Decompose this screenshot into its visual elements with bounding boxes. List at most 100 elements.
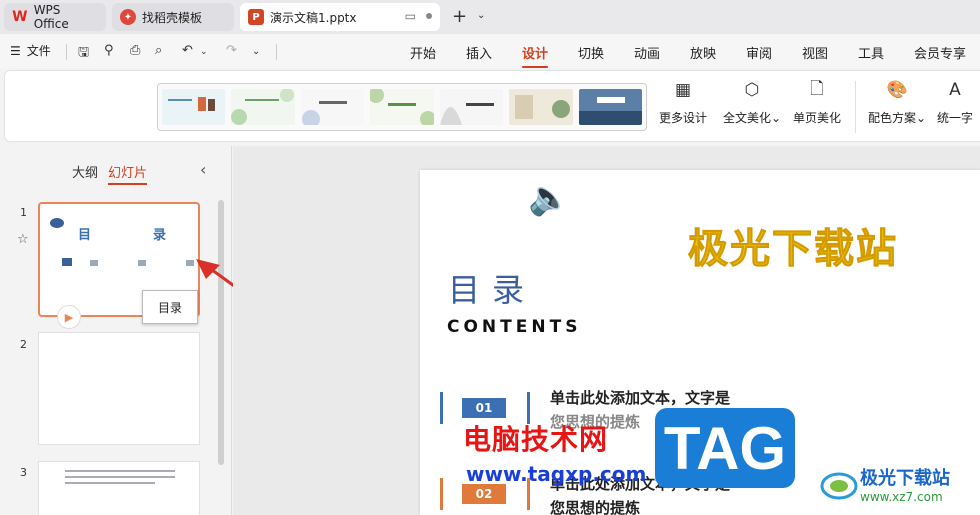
speaker-icon[interactable]: 🔈: [528, 178, 570, 218]
file-menu-label: 文件: [26, 44, 51, 58]
tab-slideshow[interactable]: 放映: [690, 43, 716, 62]
template-thumb[interactable]: [162, 89, 226, 125]
unify-font-label: 统一字: [937, 111, 974, 125]
divider: [855, 81, 856, 133]
page-sparkle-icon: 🗋: [810, 78, 824, 99]
divider: [276, 44, 277, 60]
thumb-decor: [62, 258, 72, 266]
tab-home[interactable]: 开始: [410, 43, 436, 62]
unsaved-dot-icon[interactable]: [426, 13, 432, 19]
tab-design[interactable]: 设计: [522, 43, 549, 68]
thumb-title-a: 目: [78, 228, 92, 243]
tab-view[interactable]: 视图: [802, 43, 828, 62]
full-beautify-button[interactable]: ⬡ 全文美化⌄: [723, 79, 781, 126]
grid-icon: ▦: [674, 80, 692, 100]
template-preview-image: [439, 103, 494, 125]
single-page-beautify-button[interactable]: 🗋 单页美化: [793, 79, 841, 126]
template-preview-image: [301, 101, 347, 125]
palette-icon: 🎨: [886, 80, 908, 100]
save-icon[interactable]: 🖫: [78, 43, 89, 65]
more-design-label: 更多设计: [659, 111, 708, 125]
color-scheme-button[interactable]: 🎨 配色方案⌄: [868, 79, 926, 126]
template-thumb[interactable]: [300, 89, 365, 125]
watermark-red-text: 电脑技术网: [463, 423, 609, 456]
chevron-down-icon[interactable]: ⌄: [477, 10, 485, 21]
slide-number: 1: [20, 206, 27, 219]
template-thumb[interactable]: [578, 89, 642, 125]
tab-wps-office[interactable]: W WPS Office: [4, 3, 106, 31]
brand-logo-icon: [820, 472, 858, 500]
tab-insert[interactable]: 插入: [466, 43, 492, 62]
slides-tab[interactable]: 幻灯片: [108, 162, 148, 185]
wps-logo-icon: W: [12, 9, 28, 25]
brand-name: 极光下载站: [860, 468, 950, 489]
watermark-url: www.tagxp.com: [466, 462, 647, 486]
monitor-icon[interactable]: ▭: [405, 9, 416, 23]
unify-font-button[interactable]: A 统一字: [937, 79, 973, 126]
thumb-decor: [65, 476, 175, 478]
tag-badge: TAG: [655, 408, 795, 488]
thumb-decor: [65, 470, 175, 472]
divider: [66, 44, 67, 60]
thumb-decor: [138, 260, 146, 266]
star-icon[interactable]: ☆: [17, 232, 29, 247]
template-thumb[interactable]: [231, 89, 295, 125]
full-beautify-label: 全文美化⌄: [723, 111, 782, 125]
item-number: 02: [462, 484, 506, 504]
collapse-panel-icon[interactable]: ‹: [200, 160, 206, 179]
slide-subheading[interactable]: CONTENTS: [447, 317, 581, 337]
slide-number: 3: [20, 466, 27, 479]
more-chevron-icon[interactable]: ⌄: [252, 46, 260, 57]
design-ribbon: ▦ 更多设计 ⬡ 全文美化⌄ 🗋 单页美化 🎨 配色方案⌄ A 统一字: [4, 70, 980, 142]
tab-bar: W WPS Office ✦ 找稻壳模板 P 演示文稿1.pptx ▭ + ⌄: [0, 0, 980, 34]
tab-member[interactable]: 会员专享: [914, 43, 966, 62]
thumb-title-b: 录: [153, 228, 167, 243]
tab-tools[interactable]: 工具: [858, 43, 884, 62]
template-preview-image: [515, 95, 571, 119]
print-preview-icon[interactable]: ⌕: [155, 43, 162, 58]
watermark-title: 极光下载站: [688, 226, 898, 273]
slide-heading[interactable]: 目录: [448, 265, 536, 311]
slide-thumb-2[interactable]: [38, 332, 200, 445]
undo-icon[interactable]: ↶: [182, 43, 193, 58]
template-thumb[interactable]: [509, 89, 573, 125]
thumb-decor: [90, 260, 98, 266]
play-icon[interactable]: ▶: [57, 305, 81, 329]
design-template-gallery: [157, 83, 647, 131]
template-thumb[interactable]: [439, 89, 504, 125]
more-design-button[interactable]: ▦ 更多设计: [659, 79, 707, 126]
thumb-decor: [65, 482, 155, 484]
file-menu-button[interactable]: ☰ 文件: [10, 42, 51, 59]
tab-label: WPS Office: [33, 3, 69, 31]
redo-icon[interactable]: ↷: [226, 43, 237, 58]
print-icon[interactable]: ⎙: [130, 43, 140, 58]
docer-logo-icon: ✦: [120, 9, 136, 25]
undo-chevron-icon[interactable]: ⌄: [200, 47, 208, 57]
tab-review[interactable]: 审阅: [746, 43, 772, 62]
cube-icon: ⬡: [744, 80, 760, 100]
single-page-beautify-label: 单页美化: [793, 111, 842, 125]
template-thumb[interactable]: [370, 89, 434, 125]
tab-animation[interactable]: 动画: [634, 43, 660, 62]
ppt-file-icon: P: [248, 9, 264, 25]
outline-tab[interactable]: 大纲: [72, 162, 98, 181]
font-icon: A: [949, 80, 961, 100]
tab-document[interactable]: P 演示文稿1.pptx ▭: [240, 3, 440, 31]
new-tab-plus-icon[interactable]: +: [452, 6, 467, 27]
tab-label: 演示文稿1.pptx: [270, 10, 357, 25]
slide-thumb-3[interactable]: [38, 461, 200, 515]
menu-bar: ☰ 文件 🖫 ⚲ ⎙ ⌕ ↶ ⌄ ↷ ⌄ 开始 插入 设计 切换 动画 放映 审…: [0, 34, 980, 68]
slide-number: 2: [20, 338, 27, 351]
tab-template[interactable]: ✦ 找稻壳模板: [112, 3, 234, 31]
tab-label: 找稻壳模板: [142, 10, 203, 25]
template-preview-image: [231, 89, 295, 125]
share-link-icon[interactable]: ⚲: [104, 43, 114, 58]
thumb-decor: [50, 218, 64, 228]
template-preview-image: [168, 97, 215, 111]
tab-transition[interactable]: 切换: [578, 43, 604, 62]
brand-url: www.xz7.com: [860, 490, 943, 504]
item-number: 01: [462, 398, 506, 418]
color-scheme-label: 配色方案⌄: [868, 111, 927, 125]
template-preview-image: [370, 89, 434, 125]
template-preview-image: [578, 97, 642, 125]
